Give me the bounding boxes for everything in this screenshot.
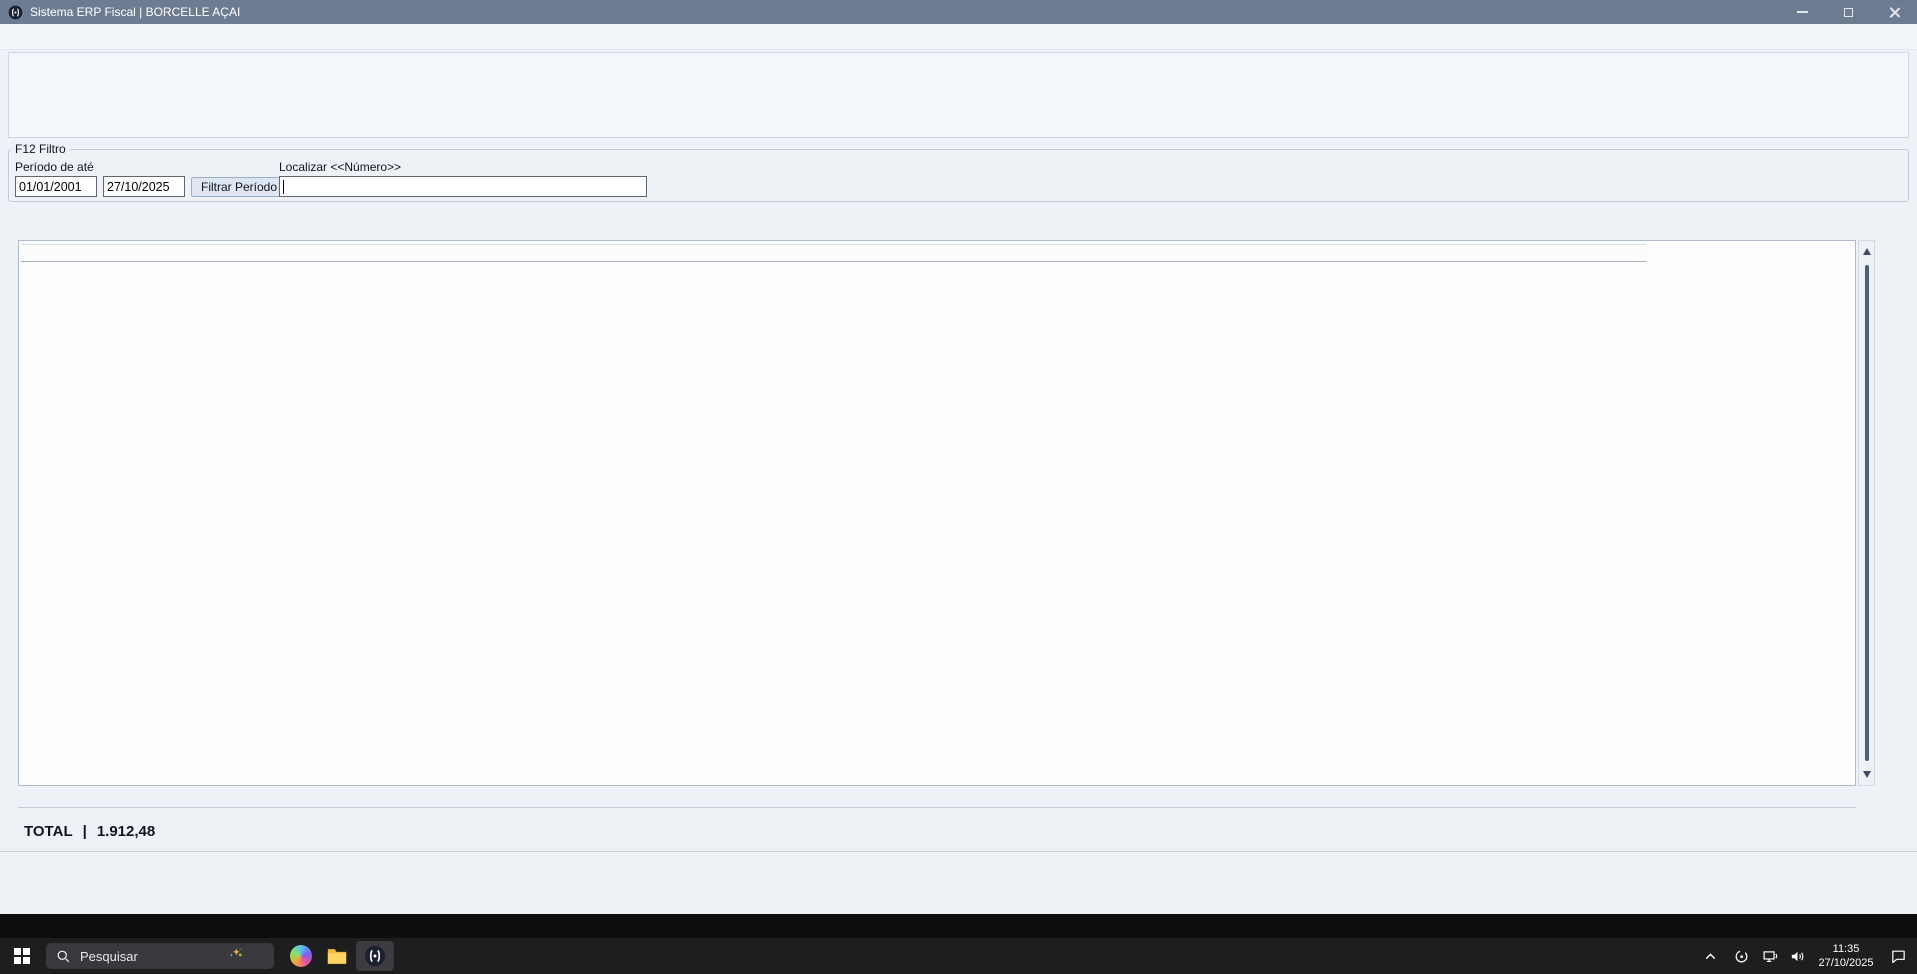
grid-header-row (21, 244, 1646, 262)
copilot-sparkle-icon (228, 945, 264, 967)
start-button[interactable] (0, 938, 44, 974)
scroll-down-icon[interactable] (1863, 771, 1871, 778)
title-bar: Sistema ERP Fiscal | BORCELLE AÇAI (0, 0, 1917, 24)
search-label: Localizar <<Número>> (279, 160, 401, 174)
period-label: Período de até (15, 160, 94, 174)
windows-logo-icon (14, 948, 30, 964)
date-from-input[interactable] (15, 176, 97, 197)
status-bar (0, 914, 1917, 938)
taskbar-clock[interactable]: 11:35 27/10/2025 (1806, 942, 1886, 970)
vertical-scrollbar[interactable] (1858, 240, 1875, 786)
app-logo-icon (8, 5, 23, 20)
text-caret (283, 180, 284, 194)
notification-center-icon[interactable] (1890, 948, 1907, 965)
scroll-up-icon[interactable] (1863, 248, 1871, 255)
maximize-icon (1844, 8, 1853, 17)
menu-bar (0, 24, 1917, 50)
close-button[interactable] (1871, 0, 1917, 24)
search-placeholder: Pesquisar (80, 949, 138, 964)
search-input[interactable] (279, 176, 647, 197)
search-icon (56, 949, 71, 964)
scrollbar-thumb[interactable] (1865, 265, 1869, 761)
tray-volume-icon[interactable] (1789, 948, 1806, 965)
minimize-icon (1797, 11, 1808, 13)
tray-ime-icon[interactable] (1733, 948, 1750, 965)
clock-date: 27/10/2025 (1806, 956, 1886, 970)
total-separator: | (83, 823, 87, 840)
taskbar: Pesquisar 11:35 27/10/2025 (0, 938, 1917, 974)
window-controls (1779, 0, 1917, 24)
window-title: Sistema ERP Fiscal | BORCELLE AÇAI (30, 5, 240, 19)
file-explorer-icon[interactable] (326, 945, 348, 967)
total-label: TOTAL (24, 823, 73, 840)
filter-group-label: F12 Filtro (11, 142, 70, 156)
bottom-tabs (18, 786, 1856, 808)
filter-group: F12 Filtro Período de até Filtrar Períod… (8, 142, 1909, 202)
copilot-icon[interactable] (290, 945, 312, 967)
screen: Sistema ERP Fiscal | BORCELLE AÇAI F12 F… (0, 0, 1917, 974)
close-icon (1889, 7, 1900, 18)
main-toolbar (8, 52, 1909, 138)
clock-time: 11:35 (1806, 942, 1886, 956)
filter-period-button[interactable]: Filtrar Período (191, 177, 287, 197)
erp-app-taskbar-icon[interactable] (356, 941, 394, 971)
tray-chevron-up-icon[interactable] (1702, 948, 1719, 965)
tray-network-icon[interactable] (1762, 948, 1779, 965)
minimize-button[interactable] (1779, 0, 1825, 24)
sales-grid-panel (18, 240, 1856, 786)
total-strip: TOTAL | 1.912,48 (0, 812, 1917, 852)
date-to-input[interactable] (103, 176, 185, 197)
taskbar-search[interactable]: Pesquisar (46, 943, 274, 969)
total-value: 1.912,48 (97, 823, 155, 840)
maximize-button[interactable] (1825, 0, 1871, 24)
